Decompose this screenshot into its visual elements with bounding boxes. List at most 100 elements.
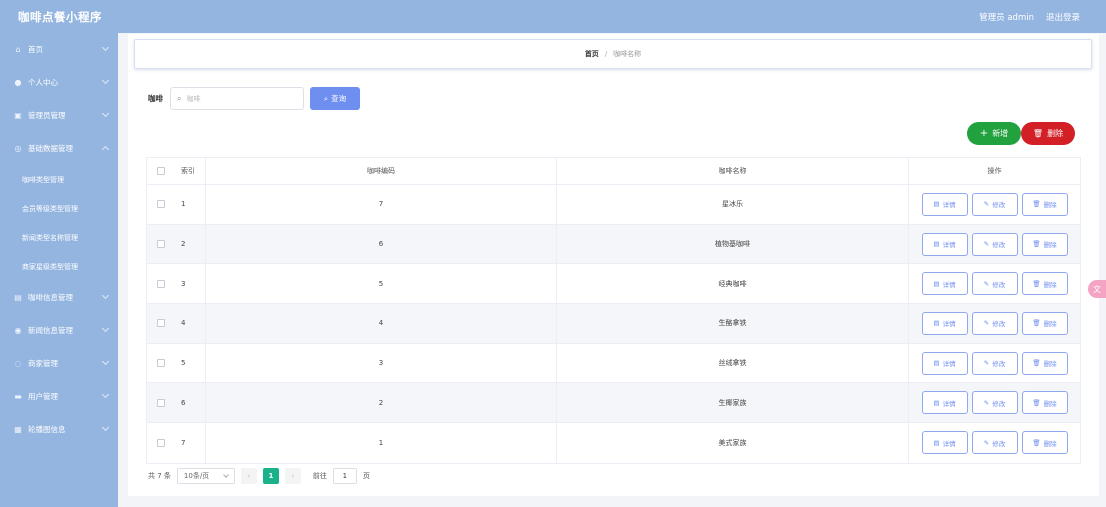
edit-label: 修改 bbox=[992, 241, 1006, 250]
sidebar-item-label: 个人中心 bbox=[28, 78, 58, 87]
translate-float-icon[interactable]: 文 bbox=[1088, 280, 1106, 298]
row-checkbox[interactable] bbox=[157, 359, 165, 368]
row-name: 植物基咖啡 bbox=[557, 224, 909, 264]
chevron-icon bbox=[101, 43, 110, 52]
sidebar-item[interactable]: ▣ 管理员管理 bbox=[0, 99, 118, 132]
row-index: 3 bbox=[175, 264, 206, 304]
sidebar-item[interactable]: ◉ 新闻信息管理 bbox=[0, 314, 118, 347]
row-name: 经典咖啡 bbox=[557, 264, 909, 304]
chevron-icon bbox=[101, 145, 110, 154]
page-number-active[interactable]: 1 bbox=[262, 468, 279, 484]
edit-button[interactable]: ✎ 修改 bbox=[971, 431, 1018, 455]
row-index: 2 bbox=[175, 224, 206, 264]
detail-button[interactable]: ▤ 详情 bbox=[921, 351, 968, 375]
row-checkbox-cell bbox=[147, 304, 175, 343]
breadcrumb-home[interactable]: 首页 bbox=[585, 49, 599, 59]
row-checkbox[interactable] bbox=[157, 438, 165, 447]
edit-button[interactable]: ✎ 修改 bbox=[971, 192, 1018, 216]
detail-button[interactable]: ▤ 详情 bbox=[921, 192, 968, 216]
row-checkbox-cell bbox=[147, 185, 175, 224]
row-checkbox-cell bbox=[147, 264, 175, 303]
document-icon: ▤ bbox=[933, 438, 940, 447]
top-right-area: 管理员 admin 退出登录 bbox=[979, 11, 1080, 23]
trash-icon: 🗑 bbox=[1032, 438, 1041, 447]
pencil-icon: ✎ bbox=[983, 240, 990, 249]
table-row: 5 3 丝绒拿铁 ▤ 详情 ✎ 修改 🗑 删除 bbox=[147, 343, 1080, 384]
news-icon: ◉ bbox=[14, 326, 22, 335]
edit-label: 修改 bbox=[992, 399, 1006, 408]
sidebar-subitem[interactable]: 咖啡类型管理 bbox=[0, 165, 118, 194]
row-checkbox[interactable] bbox=[157, 319, 165, 328]
delete-label: 删除 bbox=[1043, 399, 1057, 408]
prev-page-button[interactable]: ‹ bbox=[240, 468, 257, 484]
sidebar-item[interactable]: ◌ 商家管理 bbox=[0, 347, 118, 380]
search-button-icon: ⌕ bbox=[323, 93, 329, 103]
select-all-checkbox[interactable] bbox=[157, 167, 165, 175]
row-checkbox[interactable] bbox=[157, 398, 165, 407]
row-code: 6 bbox=[206, 224, 557, 264]
add-button[interactable]: + 新增 bbox=[967, 122, 1021, 145]
edit-button[interactable]: ✎ 修改 bbox=[971, 232, 1018, 256]
delete-button[interactable]: 🗑 删除 bbox=[1021, 311, 1068, 335]
total-count: 共 7 条 bbox=[148, 472, 171, 480]
row-checkbox[interactable] bbox=[157, 200, 165, 209]
delete-button[interactable]: 🗑 删除 bbox=[1021, 391, 1068, 415]
page-size-value: 10条/页 bbox=[183, 472, 210, 480]
page-size-select[interactable]: 10条/页 bbox=[176, 468, 235, 484]
header-checkbox-cell bbox=[147, 158, 175, 184]
users-icon: ▬ bbox=[14, 392, 22, 401]
delete-label: 删除 bbox=[1043, 280, 1057, 289]
detail-button[interactable]: ▤ 详情 bbox=[921, 431, 968, 455]
logout-link[interactable]: 退出登录 bbox=[1046, 11, 1080, 23]
chevron-icon bbox=[101, 291, 110, 300]
edit-button[interactable]: ✎ 修改 bbox=[971, 311, 1018, 335]
sidebar-item[interactable]: ◎ 基础数据管理 bbox=[0, 132, 118, 165]
chevron-down-icon bbox=[223, 472, 229, 478]
detail-button[interactable]: ▤ 详情 bbox=[921, 272, 968, 296]
sidebar-item[interactable]: ▦ 轮播图信息 bbox=[0, 413, 118, 446]
edit-button[interactable]: ✎ 修改 bbox=[971, 351, 1018, 375]
document-icon: ▤ bbox=[933, 279, 940, 288]
delete-button[interactable]: 🗑 删除 bbox=[1021, 232, 1068, 256]
sidebar-item[interactable]: ⌂ 首页 bbox=[0, 33, 118, 66]
row-name: 星冰乐 bbox=[557, 185, 909, 224]
plus-icon: + bbox=[979, 128, 989, 139]
delete-button[interactable]: 🗑 删除 bbox=[1021, 192, 1068, 216]
sidebar-item[interactable]: ▤ 咖啡信息管理 bbox=[0, 281, 118, 314]
delete-label: 删除 bbox=[1043, 241, 1057, 250]
goto-unit: 页 bbox=[362, 472, 370, 480]
search-input[interactable]: ⌕ 咖啡 bbox=[170, 87, 304, 110]
search-button[interactable]: ⌕ 查询 bbox=[310, 87, 360, 110]
sidebar-item[interactable]: ▬ 用户管理 bbox=[0, 380, 118, 413]
delete-button[interactable]: 🗑 删除 bbox=[1021, 272, 1068, 296]
chevron-icon bbox=[101, 423, 110, 432]
detail-button[interactable]: ▤ 详情 bbox=[921, 391, 968, 415]
row-checkbox-cell bbox=[147, 423, 175, 463]
detail-label: 详情 bbox=[942, 399, 956, 408]
search-icon: ⌕ bbox=[177, 93, 182, 103]
pencil-icon: ✎ bbox=[983, 359, 990, 368]
goto-page-input[interactable]: 1 bbox=[332, 468, 357, 484]
delete-button[interactable]: 🗑 删除 bbox=[1021, 351, 1068, 375]
sidebar-subitem[interactable]: 商家星级类型管理 bbox=[0, 252, 118, 281]
sidebar-subitem[interactable]: 新闻类型名称管理 bbox=[0, 223, 118, 252]
detail-button[interactable]: ▤ 详情 bbox=[921, 311, 968, 335]
row-checkbox-cell bbox=[147, 344, 175, 383]
search-row: 咖啡 ⌕ 咖啡 ⌕ 查询 bbox=[148, 87, 360, 110]
table-row: 3 5 经典咖啡 ▤ 详情 ✎ 修改 🗑 删除 bbox=[147, 264, 1080, 305]
coffee-icon: ▤ bbox=[14, 293, 22, 302]
batch-delete-button[interactable]: 🗑 删除 bbox=[1021, 122, 1075, 145]
detail-button[interactable]: ▤ 详情 bbox=[921, 232, 968, 256]
row-checkbox[interactable] bbox=[157, 240, 165, 249]
edit-button[interactable]: ✎ 修改 bbox=[971, 272, 1018, 296]
trash-icon: 🗑 bbox=[1032, 129, 1044, 138]
user-icon: ● bbox=[14, 78, 22, 87]
next-page-button[interactable]: › bbox=[284, 468, 301, 484]
delete-button[interactable]: 🗑 删除 bbox=[1021, 431, 1068, 455]
main-panel: 首页 / 咖啡名称 咖啡 ⌕ 咖啡 ⌕ 查询 + 新增 🗑 删除 索引 咖啡编码… bbox=[128, 34, 1099, 496]
sidebar-subitem[interactable]: 会员等级类型管理 bbox=[0, 194, 118, 223]
edit-button[interactable]: ✎ 修改 bbox=[971, 391, 1018, 415]
row-checkbox[interactable] bbox=[157, 279, 165, 288]
sidebar-item[interactable]: ● 个人中心 bbox=[0, 66, 118, 99]
sidebar-item-label: 基础数据管理 bbox=[28, 144, 73, 153]
